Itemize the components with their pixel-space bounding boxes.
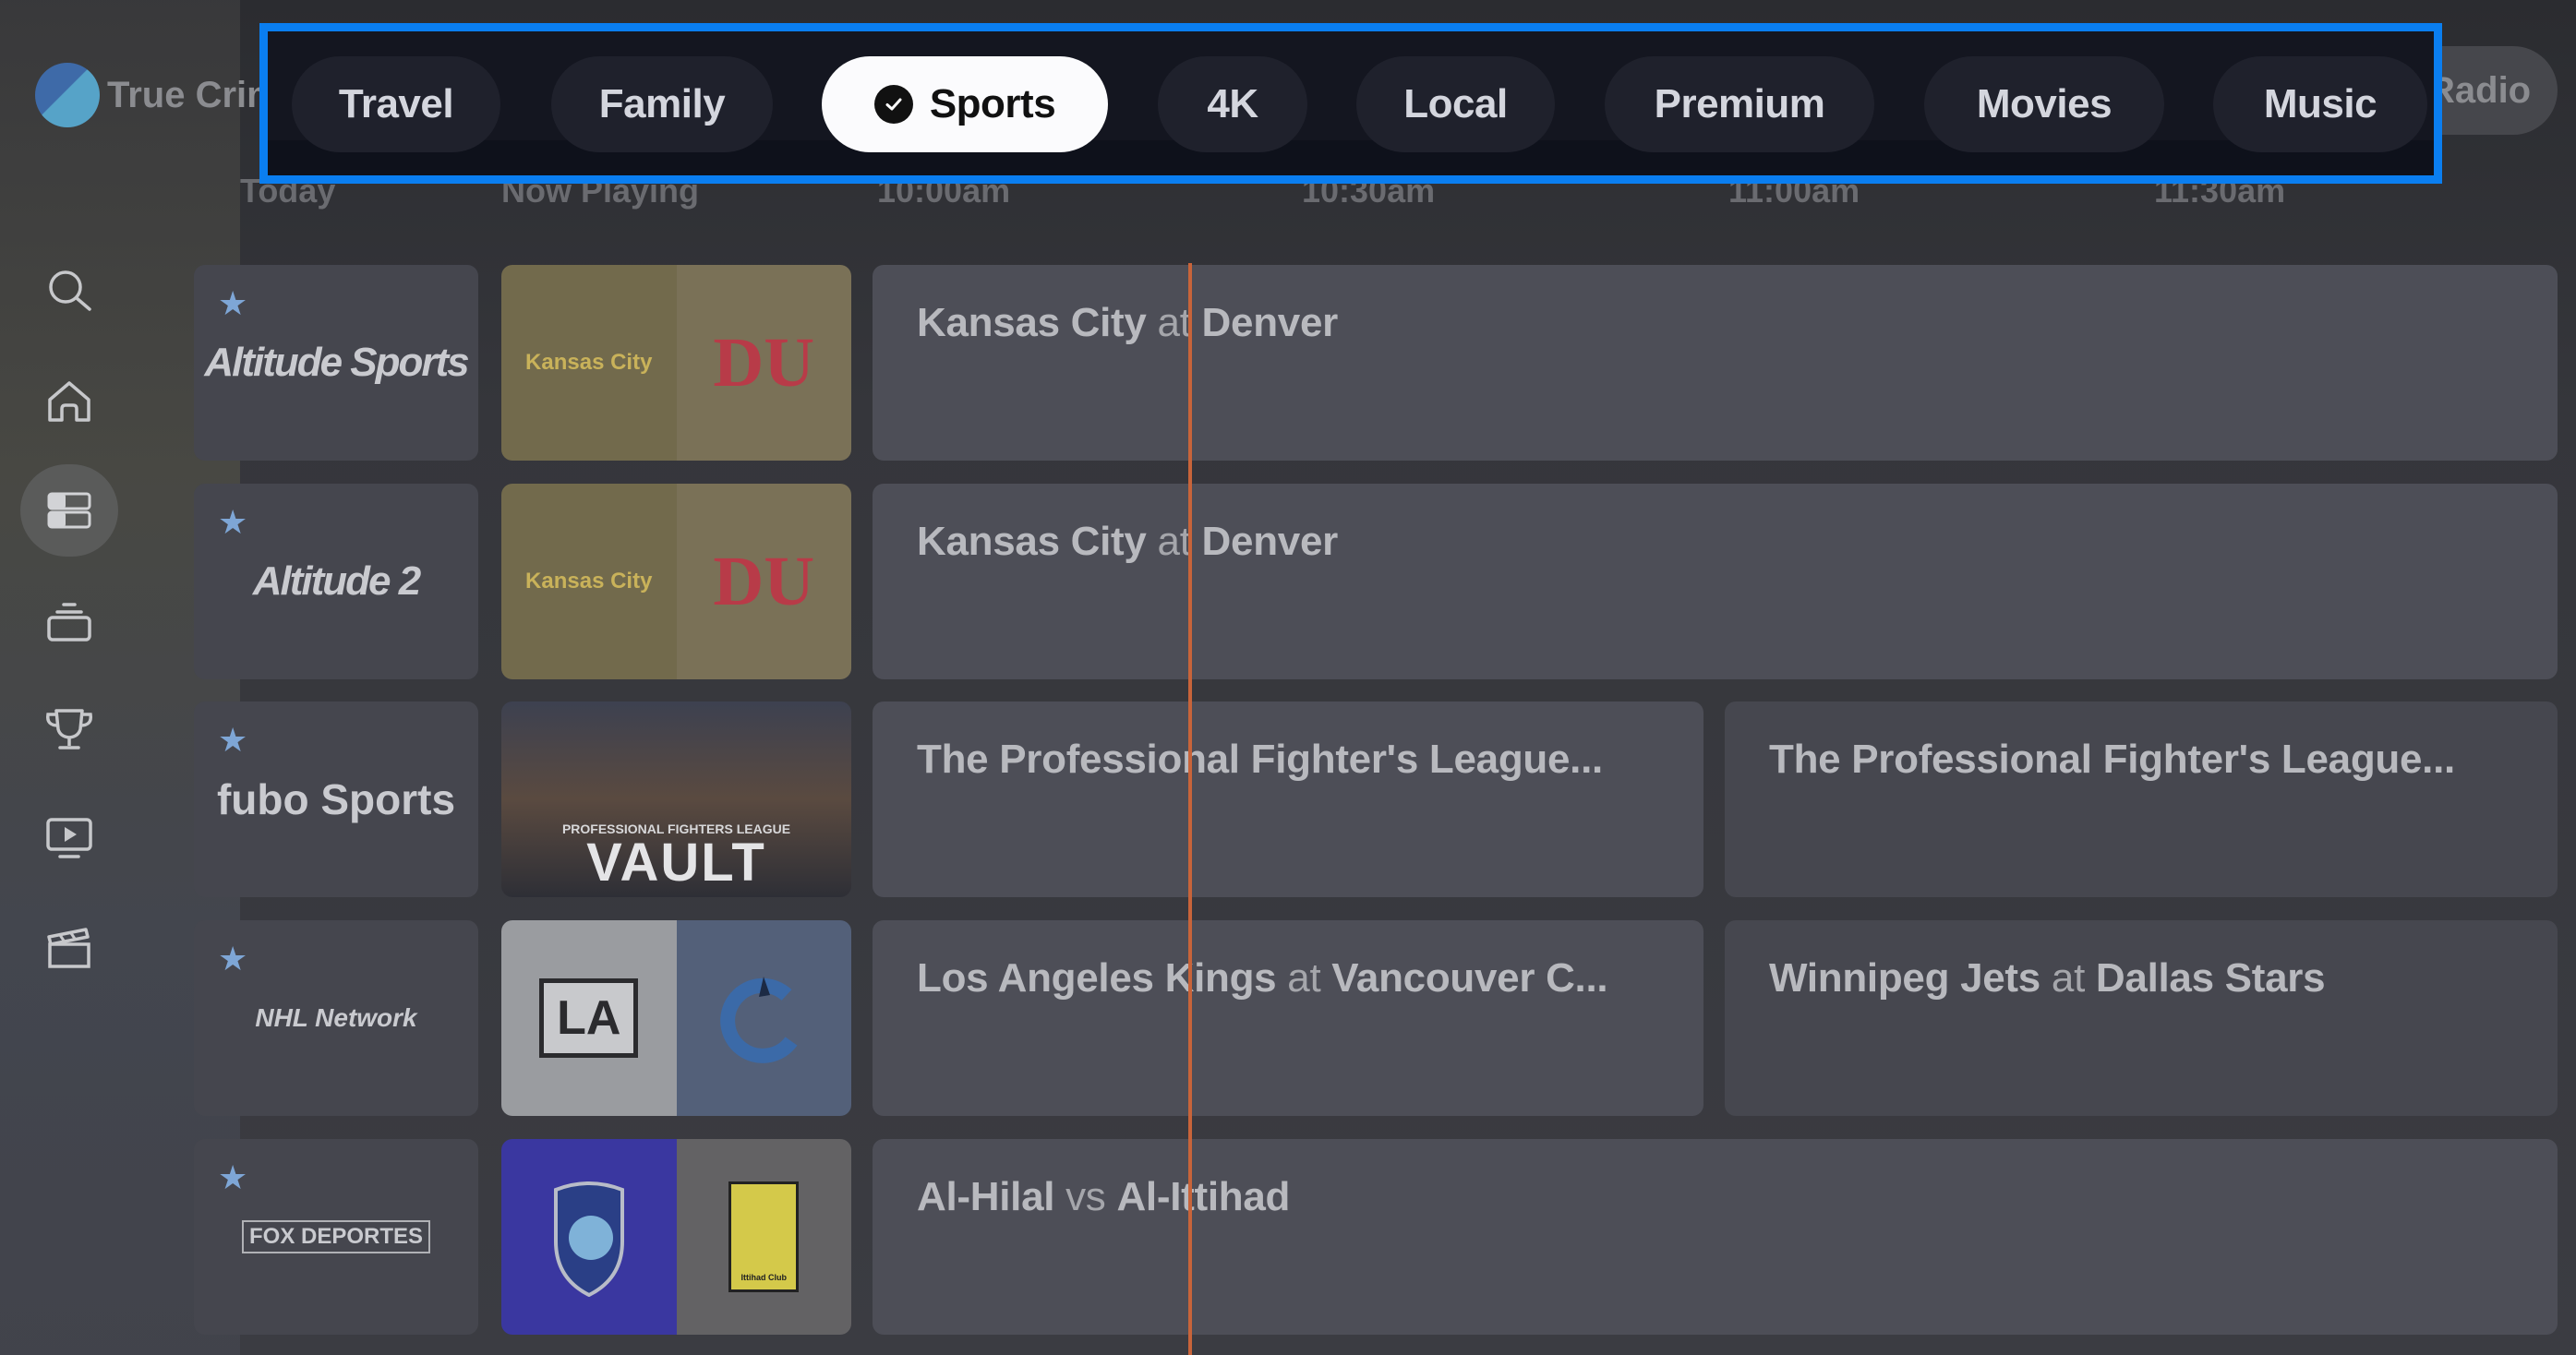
trophy-icon — [45, 709, 93, 749]
home-icon — [48, 381, 90, 422]
filter-label: Sports — [929, 81, 1056, 126]
program-cell[interactable]: The Professional Fighter's League... — [873, 701, 1703, 897]
team-logo-kansas-city: Kansas City — [501, 265, 677, 461]
guide-row: ★ Altitude 2 Kansas City DU Kansas City … — [194, 484, 2558, 679]
team-logo-denver: DU — [676, 265, 851, 461]
filter-label: Radio — [2428, 69, 2532, 111]
team-logo-al-hilal — [501, 1139, 677, 1335]
channel-logo-icon — [35, 63, 100, 127]
filter-pill-family[interactable]: Family — [551, 56, 773, 152]
sidebar-item-search[interactable] — [42, 263, 97, 318]
program-thumbnail[interactable]: Kansas City DU — [501, 265, 851, 461]
channel-logo-fubo-sports: fubo Sports — [216, 775, 456, 823]
program-cell[interactable]: Winnipeg Jets at Dallas Stars — [1725, 920, 2558, 1116]
program-cell[interactable]: Los Angeles Kings at Vancouver C... — [873, 920, 1703, 1116]
filter-pill-local[interactable]: Local — [1356, 56, 1555, 152]
channel-cell[interactable]: ★ Altitude Sports — [194, 265, 478, 461]
channel-cell[interactable]: ★ fubo Sports — [194, 701, 478, 897]
channel-logo-fox-deportes: FOX DEPORTES — [241, 1220, 431, 1253]
filter-label: Local — [1403, 81, 1508, 126]
program-thumbnail[interactable]: LA — [501, 920, 851, 1116]
favorite-star-icon[interactable]: ★ — [218, 287, 247, 320]
filter-pill-music[interactable]: Music — [2213, 56, 2427, 152]
filter-label: Music — [2263, 81, 2377, 126]
channel-logo-altitude-sports: Altitude Sports — [204, 340, 469, 385]
filter-pill-4k[interactable]: 4K — [1158, 56, 1307, 152]
team-logo-kansas-city: Kansas City — [501, 484, 677, 679]
sidebar-item-recordings[interactable] — [42, 810, 97, 866]
check-circle-icon — [873, 85, 913, 124]
team-logo-denver: DU — [676, 484, 851, 679]
filter-label: Travel — [338, 81, 454, 126]
guide-row: ★ Altitude Sports Kansas City DU Kansas … — [194, 265, 2558, 461]
program-cell[interactable]: The Professional Fighter's League... — [1725, 701, 2558, 897]
program-cell[interactable]: Kansas City at Denver — [873, 265, 2558, 461]
program-thumbnail[interactable]: PROFESSIONAL FIGHTERS LEAGUE VAULT — [501, 701, 851, 897]
search-icon — [49, 270, 91, 311]
sidebar-item-live-tv[interactable] — [42, 594, 97, 649]
clapperboard-icon — [47, 928, 90, 968]
team-logo-al-ittihad: Ittihad Club — [676, 1139, 851, 1335]
sidebar-item-sports[interactable] — [42, 701, 97, 757]
channel-logo-nhl-network: NHL Network — [255, 1003, 417, 1032]
filter-label: Family — [598, 81, 726, 126]
filter-pill-sports[interactable]: Sports — [822, 56, 1108, 152]
channel-logo-altitude-2: Altitude 2 — [252, 558, 421, 604]
favorite-star-icon[interactable]: ★ — [218, 506, 247, 539]
program-cell[interactable]: Al-Hilal vs Al-Ittihad — [873, 1139, 2558, 1335]
filter-pill-premium[interactable]: Premium — [1605, 56, 1874, 152]
play-screen-icon — [46, 818, 92, 858]
guide-row: ★ fubo Sports PROFESSIONAL FIGHTERS LEAG… — [194, 701, 2558, 897]
program-thumbnail[interactable]: Kansas City DU — [501, 484, 851, 679]
current-time-indicator — [1188, 263, 1192, 1355]
program-cell[interactable]: Kansas City at Denver — [873, 484, 2558, 679]
program-thumbnail[interactable]: Ittihad Club — [501, 1139, 851, 1335]
guide-row: ★ NHL Network LA Los Angeles Kings at Va… — [194, 920, 2558, 1116]
filter-label: Premium — [1654, 81, 1825, 126]
channel-cell[interactable]: ★ FOX DEPORTES — [194, 1139, 478, 1335]
team-logo-vancouver-canucks — [676, 920, 851, 1116]
filter-label: Movies — [1976, 81, 2113, 126]
favorite-star-icon[interactable]: ★ — [218, 942, 247, 976]
favorite-star-icon[interactable]: ★ — [218, 724, 247, 757]
sidebar-item-movies[interactable] — [42, 920, 97, 976]
guide-row: ★ FOX DEPORTES Ittihad Club Al-Hilal vs … — [194, 1139, 2558, 1335]
channel-cell[interactable]: ★ NHL Network — [194, 920, 478, 1116]
filter-pill-travel[interactable]: Travel — [292, 56, 500, 152]
sidebar-item-guide[interactable] — [42, 483, 97, 538]
guide-icon — [47, 492, 91, 529]
filter-bar: Travel Family Sports 4K Local Premium Mo… — [259, 23, 2442, 184]
filter-pill-movies[interactable]: Movies — [1924, 56, 2164, 152]
favorite-star-icon[interactable]: ★ — [218, 1161, 247, 1194]
team-logo-la-kings: LA — [501, 920, 677, 1116]
tv-icon — [47, 603, 91, 642]
sidebar-item-home[interactable] — [42, 374, 97, 429]
filter-label: 4K — [1207, 81, 1258, 126]
channel-cell[interactable]: ★ Altitude 2 — [194, 484, 478, 679]
